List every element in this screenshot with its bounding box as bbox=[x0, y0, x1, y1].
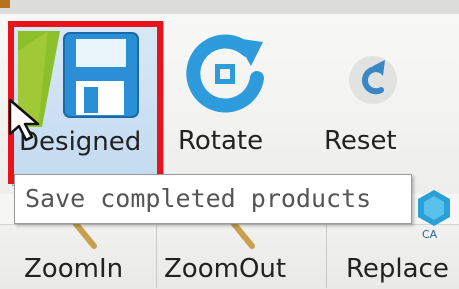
zoomout-label: ZoomOut bbox=[164, 254, 287, 284]
replace-button[interactable]: CA Replace bbox=[332, 190, 459, 288]
reset-label: Reset bbox=[324, 126, 397, 156]
reset-button[interactable]: Reset bbox=[318, 22, 428, 184]
rotate-icon bbox=[181, 30, 271, 124]
rotate-label: Rotate bbox=[178, 126, 264, 156]
magnifier-icon bbox=[231, 224, 255, 249]
replace-icon: CA bbox=[412, 188, 456, 248]
magnifier-icon bbox=[73, 224, 97, 249]
app-icon bbox=[0, 0, 10, 8]
zoomin-label: ZoomIn bbox=[24, 254, 124, 284]
rotate-button[interactable]: Rotate bbox=[170, 22, 282, 184]
zoomin-button[interactable]: ZoomIn bbox=[14, 224, 154, 288]
group-separator bbox=[326, 224, 327, 288]
window-title-strip bbox=[0, 0, 459, 14]
replace-badge: CA bbox=[422, 228, 438, 241]
reset-arrow-icon bbox=[333, 30, 413, 124]
tooltip-text: Save completed products bbox=[25, 184, 372, 213]
group-separator bbox=[156, 224, 157, 288]
replace-label: Replace bbox=[346, 254, 449, 284]
tooltip: Save completed products bbox=[14, 174, 412, 224]
mouse-cursor-icon bbox=[8, 98, 42, 146]
zoomout-button[interactable]: ZoomOut bbox=[158, 224, 318, 288]
